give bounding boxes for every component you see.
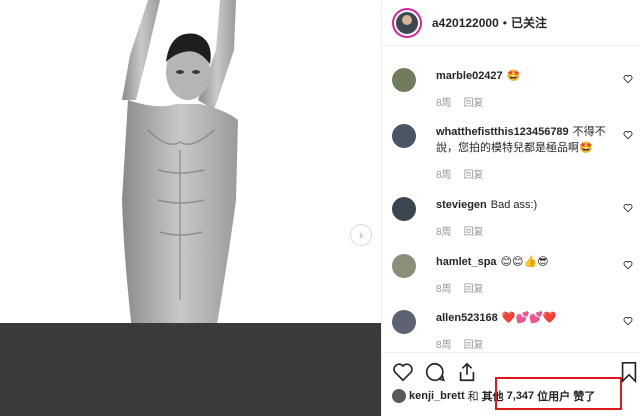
comment-username[interactable]: hamlet_spa bbox=[436, 256, 497, 268]
heart-icon[interactable] bbox=[623, 203, 633, 213]
share-icon[interactable] bbox=[456, 361, 478, 383]
highlight-box bbox=[495, 377, 622, 410]
comment-username[interactable]: allen523168 bbox=[436, 312, 498, 324]
commenter-avatar[interactable] bbox=[392, 254, 416, 278]
post-photo bbox=[88, 0, 240, 330]
comment-username[interactable]: whatthefistthis123456789 bbox=[436, 126, 569, 138]
header-separator: • bbox=[502, 15, 507, 30]
heart-icon[interactable] bbox=[623, 260, 633, 270]
reply-button[interactable]: 回复 bbox=[464, 98, 484, 109]
liker-username[interactable]: kenji_brett bbox=[409, 390, 465, 402]
comment-time: 8周 bbox=[436, 340, 452, 351]
likes-and: 和 bbox=[467, 391, 479, 403]
comment-time: 8周 bbox=[436, 227, 452, 238]
commenter-avatar[interactable] bbox=[392, 68, 416, 92]
heart-icon[interactable] bbox=[623, 130, 633, 140]
reply-button[interactable]: 回复 bbox=[464, 170, 484, 181]
commenter-avatar[interactable] bbox=[392, 310, 416, 334]
heart-icon[interactable] bbox=[623, 74, 633, 84]
reply-button[interactable]: 回复 bbox=[464, 227, 484, 238]
heart-icon[interactable] bbox=[392, 361, 414, 383]
reply-button[interactable]: 回复 bbox=[464, 284, 484, 295]
comment-icon[interactable] bbox=[424, 361, 446, 383]
photo-figure bbox=[122, 0, 238, 330]
comment-text: Bad ass:) bbox=[490, 199, 538, 211]
comment-username[interactable]: steviegen bbox=[436, 199, 487, 211]
author-avatar[interactable] bbox=[392, 7, 422, 38]
follow-status-button[interactable]: 已关注 bbox=[511, 14, 547, 31]
comment-time: 8周 bbox=[436, 98, 452, 109]
comment-text: 😊😊👍😎 bbox=[500, 256, 549, 268]
comment-time: 8周 bbox=[436, 284, 452, 295]
post-header: a420122000 • 已关注 bbox=[382, 0, 640, 46]
comment-text: ❤️💕💕❤️ bbox=[501, 312, 557, 324]
comment-text: 🤩 bbox=[506, 70, 521, 82]
reply-button[interactable]: 回复 bbox=[464, 340, 484, 351]
post-side-panel: a420122000 • 已关注 marble02427 🤩 8周 回复 whatt… bbox=[381, 0, 640, 416]
comment-list[interactable]: marble02427 🤩 8周 回复 whatthefistthis1234567… bbox=[382, 46, 640, 352]
chevron-right-icon[interactable]: › bbox=[350, 224, 372, 246]
heart-icon[interactable] bbox=[623, 316, 633, 326]
commenter-avatar[interactable] bbox=[392, 124, 416, 148]
comment-username[interactable]: marble02427 bbox=[436, 70, 503, 82]
comment-time: 8周 bbox=[436, 170, 452, 181]
media-overlay-block bbox=[0, 323, 381, 416]
post-media: › bbox=[0, 0, 381, 416]
commenter-avatar[interactable] bbox=[392, 197, 416, 221]
author-username[interactable]: a420122000 bbox=[432, 16, 499, 30]
liker-avatar bbox=[392, 389, 406, 403]
